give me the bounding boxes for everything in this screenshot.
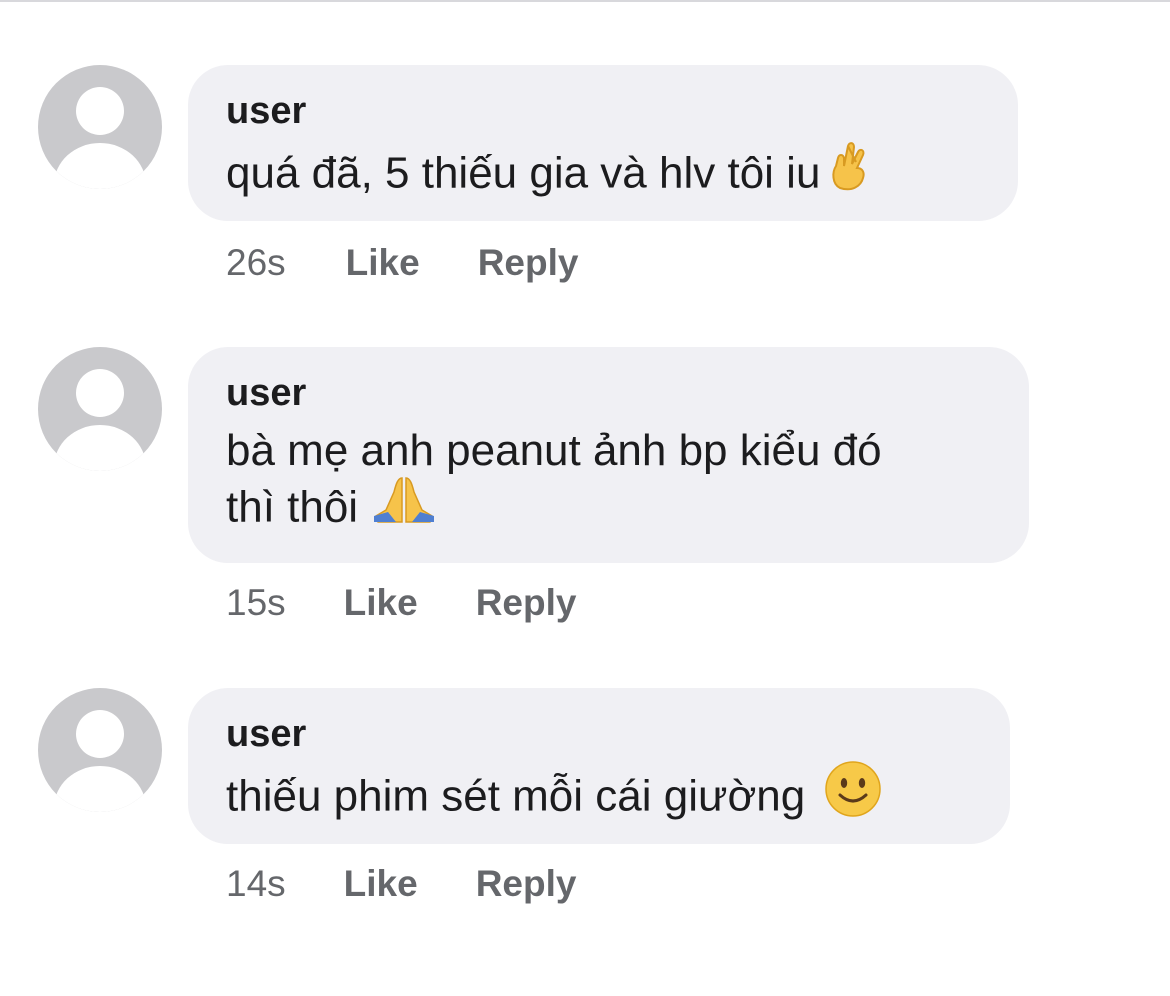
comment-text: thiếu phim sét mỗi cái giường (226, 761, 970, 834)
comment-bubble[interactable]: user thiếu phim sét mỗi cái giường (188, 688, 1010, 844)
comment-author[interactable]: user (226, 87, 978, 135)
like-button[interactable]: Like (344, 862, 418, 906)
default-avatar-icon (54, 87, 146, 189)
like-button[interactable]: Like (346, 241, 420, 285)
comment-text-line: thì thôi (226, 476, 989, 541)
crossed-fingers-emoji-icon (826, 138, 870, 208)
default-avatar-icon (54, 710, 146, 812)
comment-text: quá đã, 5 thiếu gia và hlv tôi iu (226, 141, 978, 211)
comment-author[interactable]: user (226, 369, 989, 417)
comment-text-line: bà mẹ anh peanut ảnh bp kiểu đó (226, 426, 882, 475)
like-button[interactable]: Like (344, 581, 418, 625)
comment-text: bà mẹ anh peanut ảnh bp kiểu đó thì thôi (226, 423, 989, 541)
reply-button[interactable]: Reply (478, 241, 579, 285)
default-avatar-icon (54, 369, 146, 471)
comment-bubble[interactable]: user bà mẹ anh peanut ảnh bp kiểu đó thì… (188, 347, 1029, 563)
top-divider (0, 0, 1170, 2)
slightly-smiling-face-emoji-icon (825, 761, 881, 831)
comment-text-content: quá đã, 5 thiếu gia và hlv tôi iu (226, 148, 821, 198)
avatar[interactable] (38, 65, 162, 189)
reply-button[interactable]: Reply (476, 862, 577, 906)
comment-actions: 14s Like Reply (226, 862, 576, 906)
comment-bubble[interactable]: user quá đã, 5 thiếu gia và hlv tôi iu (188, 65, 1018, 221)
comment-author[interactable]: user (226, 710, 970, 758)
avatar[interactable] (38, 347, 162, 471)
comment-actions: 26s Like Reply (226, 241, 578, 285)
comment-time: 15s (226, 582, 286, 623)
comment-text-content: thiếu phim sét mỗi cái giường (226, 771, 806, 821)
comment-time: 14s (226, 863, 286, 904)
comment-actions: 15s Like Reply (226, 581, 576, 625)
comment-text-content: thì thôi (226, 482, 359, 532)
avatar[interactable] (38, 688, 162, 812)
reply-button[interactable]: Reply (476, 581, 577, 625)
comment-time: 26s (226, 242, 286, 283)
folded-hands-emoji-icon (372, 476, 436, 538)
